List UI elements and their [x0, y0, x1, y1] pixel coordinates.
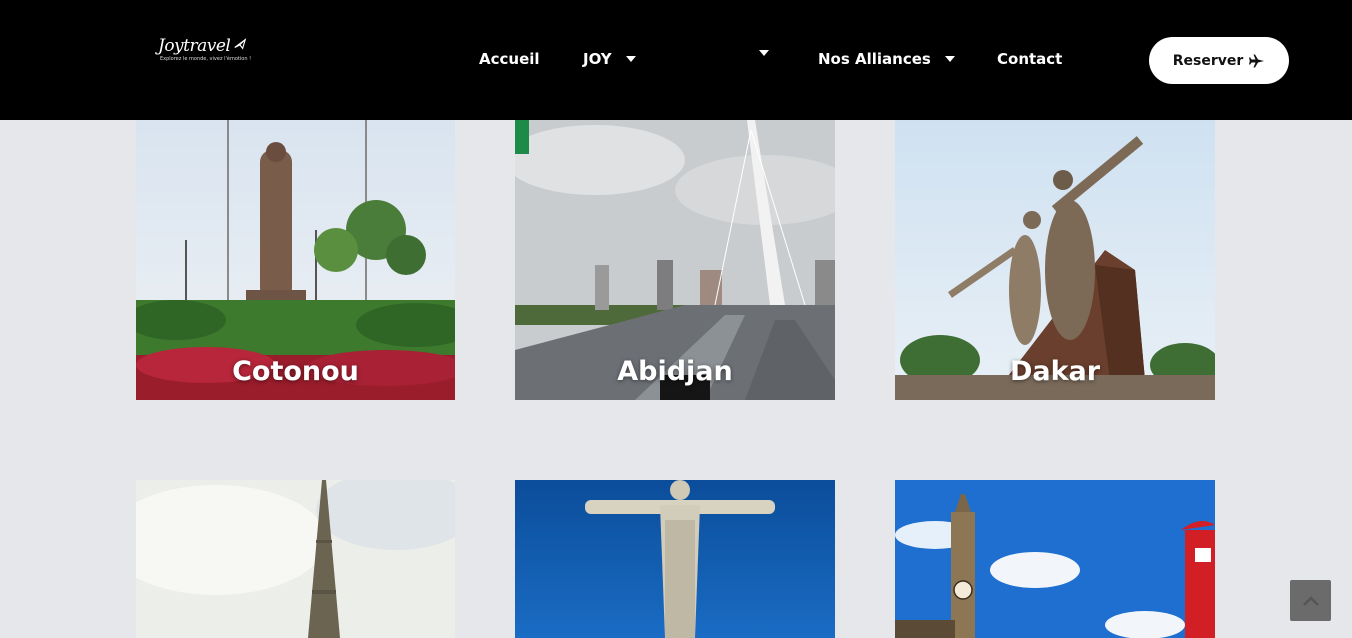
nav-label: Accueil [479, 50, 540, 68]
reserve-label: Reserver [1172, 52, 1244, 69]
caret-down-icon [625, 56, 636, 62]
destination-card-rio[interactable] [515, 480, 835, 638]
chevron-up-icon [1302, 595, 1319, 606]
destination-card-dakar[interactable]: Dakar [895, 120, 1215, 400]
nav-contact[interactable]: Contact [997, 50, 1062, 68]
destination-card-abidjan[interactable]: Abidjan [515, 120, 835, 400]
nav-label: JOY [583, 50, 612, 68]
nav-unlabeled-dropdown[interactable] [745, 50, 769, 56]
destination-title: Cotonou [232, 356, 359, 387]
caret-down-icon [944, 56, 955, 62]
caret-down-icon [759, 50, 769, 56]
plane-icon [234, 38, 247, 50]
nav-joy[interactable]: JOY [583, 50, 636, 68]
big-ben-photo [895, 480, 1215, 638]
nav-nos-alliances[interactable]: Nos Alliances [818, 50, 955, 68]
destination-card-cotonou[interactable]: Cotonou [136, 120, 455, 400]
nav-accueil[interactable]: Accueil [479, 50, 540, 68]
destination-title: Abidjan [617, 356, 733, 387]
scroll-top-button[interactable] [1290, 580, 1331, 621]
christ-redeemer-photo [515, 480, 835, 638]
destination-title: Dakar [1009, 356, 1101, 387]
destination-card-paris[interactable] [136, 480, 455, 638]
logo[interactable]: Joytravel Explorez le monde, vivez l'émo… [158, 36, 252, 66]
eiffel-tower-photo [136, 480, 455, 638]
site-header: Joytravel Explorez le monde, vivez l'émo… [0, 0, 1352, 120]
destination-card-london[interactable] [895, 480, 1215, 638]
logo-tagline: Explorez le monde, vivez l'émotion ! [160, 56, 252, 62]
plane-icon [1249, 54, 1265, 67]
nav-label: Nos Alliances [818, 50, 931, 68]
logo-text: Joytravel [158, 36, 231, 56]
reserve-button[interactable]: Reserver [1149, 37, 1289, 84]
nav-label: Contact [997, 50, 1063, 68]
